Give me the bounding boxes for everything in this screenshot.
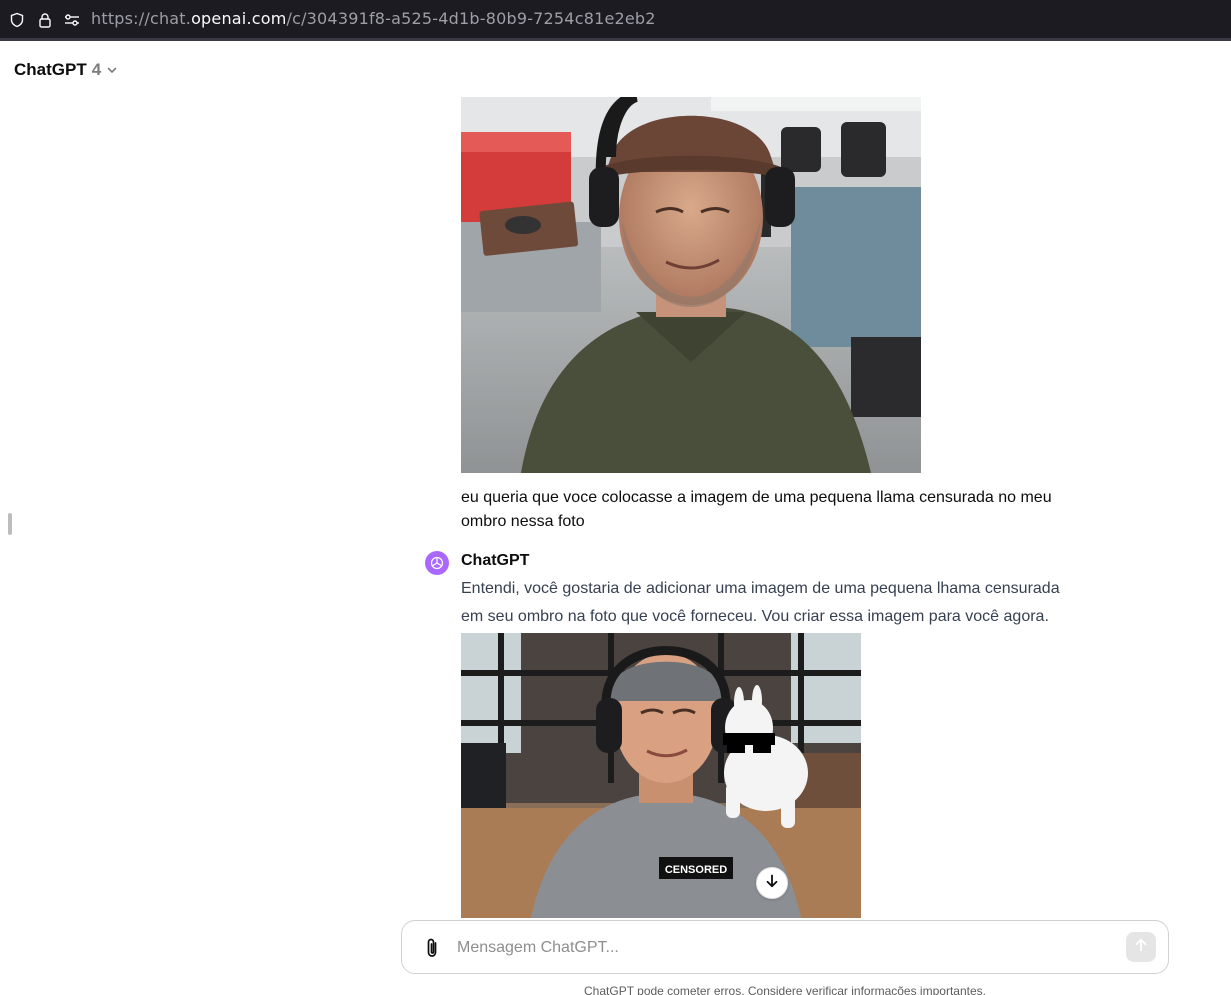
shield-icon[interactable] xyxy=(8,11,26,29)
assistant-name: ChatGPT xyxy=(461,552,530,569)
url-prefix: https://chat. xyxy=(91,9,192,28)
user-uploaded-photo[interactable] xyxy=(461,97,921,473)
scroll-to-bottom-button[interactable] xyxy=(756,867,788,899)
model-selector[interactable]: ChatGPT 4 xyxy=(14,59,118,81)
permissions-icon[interactable] xyxy=(63,11,81,29)
lock-icon[interactable] xyxy=(36,11,54,29)
chatgpt-avatar-icon xyxy=(425,551,449,575)
disclaimer-text: ChatGPT pode cometer erros. Considere ve… xyxy=(584,984,986,995)
url-host: openai.com xyxy=(191,9,287,28)
message-composer xyxy=(401,920,1169,974)
user-message-text: eu queria que voce colocasse a imagem de… xyxy=(461,489,1052,530)
paperclip-icon[interactable] xyxy=(421,936,443,960)
generated-image[interactable]: CENSORED xyxy=(461,633,861,918)
sidebar-toggle-handle[interactable] xyxy=(8,513,12,535)
chevron-down-icon xyxy=(106,64,118,76)
message-input[interactable] xyxy=(457,935,1107,961)
browser-address-bar: https://chat.openai.com/c/304391f8-a525-… xyxy=(0,0,1231,41)
url-field[interactable]: https://chat.openai.com/c/304391f8-a525-… xyxy=(91,9,656,28)
censored-label: CENSORED xyxy=(665,864,727,876)
arrow-up-icon xyxy=(1133,937,1149,958)
assistant-message-text: Entendi, você gostaria de adicionar uma … xyxy=(461,580,1060,625)
send-button[interactable] xyxy=(1126,932,1156,962)
arrow-down-icon xyxy=(764,873,780,894)
model-name: ChatGPT xyxy=(14,60,87,79)
model-version: 4 xyxy=(91,60,102,79)
url-path: /c/304391f8-a525-4d1b-80b9-7254c81e2eb2 xyxy=(286,9,656,28)
